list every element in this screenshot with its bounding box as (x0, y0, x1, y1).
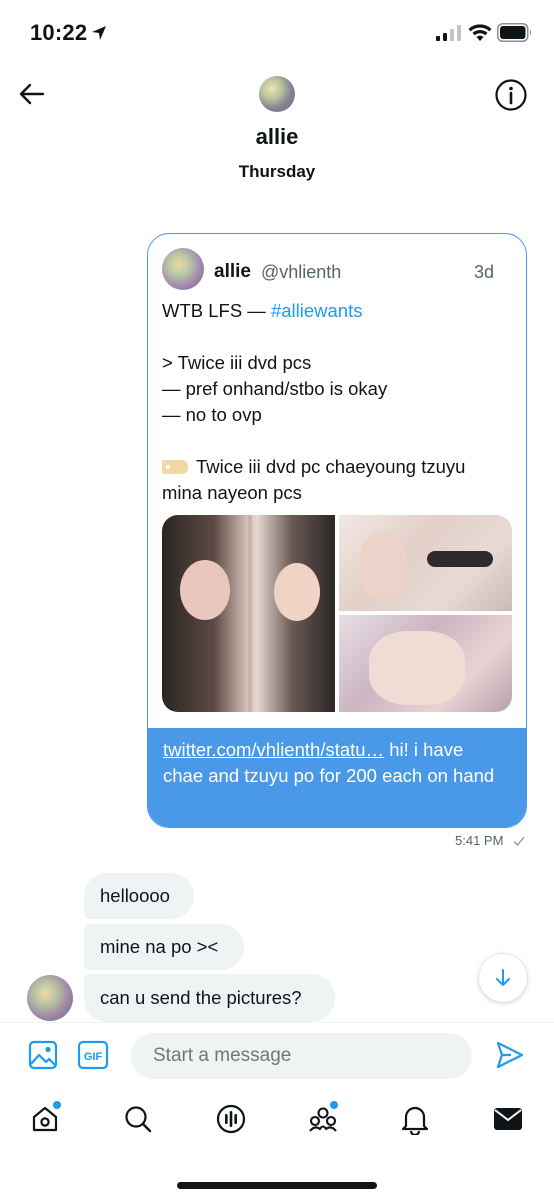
tweet-url-link[interactable]: twitter.com/vhlienth/statu… (163, 739, 384, 760)
wifi-icon (468, 24, 492, 41)
tweet-text-line: — no to ovp (162, 404, 262, 425)
label-tag-icon (162, 460, 188, 474)
arrow-down-icon (496, 969, 510, 986)
tab-spaces[interactable] (213, 1101, 249, 1137)
spaces-icon (216, 1104, 246, 1134)
tab-messages[interactable] (490, 1101, 526, 1137)
tab-search[interactable] (120, 1101, 156, 1137)
tweet-text-line: WTB LFS — (162, 300, 271, 321)
tweet-author-name[interactable]: allie (214, 261, 251, 283)
notification-dot (330, 1101, 338, 1109)
back-arrow-icon (19, 83, 45, 105)
tab-notifications[interactable] (397, 1101, 433, 1137)
sent-check-icon (513, 836, 525, 846)
tweet-media-grid (162, 515, 512, 712)
tweet-timestamp: 3d (473, 262, 494, 282)
message-input[interactable] (131, 1033, 472, 1079)
back-button[interactable] (14, 76, 50, 112)
tweet-text: WTB LFS — #alliewants > Twice iii dvd pc… (162, 298, 512, 506)
tweet-text-line: > Twice iii dvd pcs (162, 352, 312, 373)
sent-message-text: twitter.com/vhlienth/statu… hi! i have c… (163, 737, 503, 789)
tweet-author-handle[interactable]: @vhlienth (261, 262, 341, 283)
conversation-avatar[interactable] (259, 76, 295, 112)
hashtag-link[interactable]: #alliewants (271, 300, 363, 321)
tweet-photo[interactable] (339, 615, 512, 712)
received-message-bubble[interactable]: mine na po >< (84, 924, 244, 970)
tweet-photo[interactable] (162, 515, 335, 712)
tweet-text-line: mina nayeon pcs (162, 482, 302, 503)
scroll-to-bottom-button[interactable] (479, 954, 527, 1002)
battery-icon (497, 23, 532, 42)
tweet-photo[interactable] (339, 515, 512, 611)
day-separator: Thursday (238, 162, 316, 181)
composer-divider (0, 1022, 554, 1023)
sent-message-bubble[interactable]: twitter.com/vhlienth/statu… hi! i have c… (148, 728, 526, 827)
message-timestamp: 5:41 PM (455, 833, 504, 848)
tweet-author-avatar[interactable] (162, 248, 204, 290)
tweet-text-line: Twice iii dvd pc chaeyoung tzuyu (196, 456, 466, 477)
svg-text:GIF: GIF (84, 1051, 103, 1063)
status-bar: 10:22 (0, 0, 554, 64)
image-icon[interactable] (28, 1040, 58, 1070)
search-icon (125, 1106, 152, 1133)
notification-dot (53, 1101, 61, 1109)
notifications-icon (401, 1106, 429, 1135)
messages-icon (494, 1108, 522, 1130)
location-arrow-icon (92, 26, 106, 40)
tab-home[interactable] (27, 1101, 63, 1137)
gif-icon[interactable]: GIF (77, 1040, 109, 1070)
cellular-signal-icon (436, 25, 461, 41)
tab-communities[interactable] (305, 1101, 341, 1137)
received-message-bubble[interactable]: can u send the pictures? (84, 974, 335, 1022)
tweet-text-line: — pref onhand/stbo is okay (162, 378, 388, 399)
conversation-name[interactable]: allie (0, 124, 554, 150)
status-time: 10:22 (30, 20, 88, 45)
received-message-bubble[interactable]: helloooo (84, 873, 194, 919)
home-indicator (177, 1182, 377, 1189)
sender-avatar[interactable] (27, 975, 73, 1021)
info-icon[interactable] (494, 78, 528, 112)
send-icon[interactable] (495, 1040, 525, 1070)
shared-tweet-message[interactable]: allie @vhlienth 3d WTB LFS — #alliewants… (147, 233, 527, 828)
